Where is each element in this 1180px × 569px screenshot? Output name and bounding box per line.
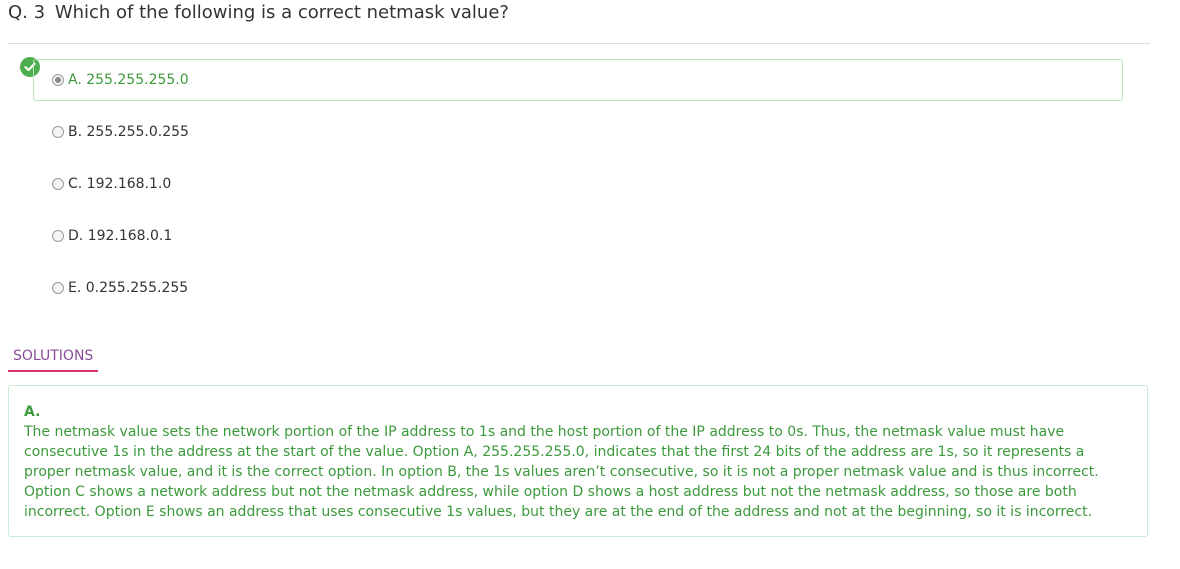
radio-button-b[interactable]: [52, 126, 64, 138]
question-number: Q. 3: [8, 2, 46, 23]
solution-panel: A. The netmask value sets the network po…: [8, 385, 1148, 537]
option-c[interactable]: C. 192.168.1.0: [33, 163, 1123, 205]
quiz-page: Q. 3 Which of the following is a correct…: [0, 0, 1180, 569]
option-e[interactable]: E. 0.255.255.255: [33, 267, 1123, 309]
option-d[interactable]: D. 192.168.0.1: [33, 215, 1123, 257]
option-b-label: B. 255.255.0.255: [68, 124, 189, 140]
solution-answer: A.: [24, 404, 41, 420]
option-e-label: E. 0.255.255.255: [68, 280, 189, 296]
question-divider: [8, 43, 1150, 44]
tab-solutions[interactable]: SOLUTIONS: [8, 346, 98, 372]
option-a[interactable]: A. 255.255.255.0: [33, 59, 1123, 101]
option-c-label: C. 192.168.1.0: [68, 176, 172, 192]
radio-button-e[interactable]: [52, 282, 64, 294]
option-b[interactable]: B. 255.255.0.255: [33, 111, 1123, 153]
solution-explanation: The netmask value sets the network porti…: [24, 424, 1099, 520]
question-title: Q. 3 Which of the following is a correct…: [8, 1, 509, 25]
radio-button-d[interactable]: [52, 230, 64, 242]
question-text: Which of the following is a correct netm…: [54, 2, 509, 23]
option-a-label: A. 255.255.255.0: [68, 72, 189, 88]
radio-button-a[interactable]: [52, 74, 64, 86]
radio-button-c[interactable]: [52, 178, 64, 190]
option-d-label: D. 192.168.0.1: [68, 228, 173, 244]
